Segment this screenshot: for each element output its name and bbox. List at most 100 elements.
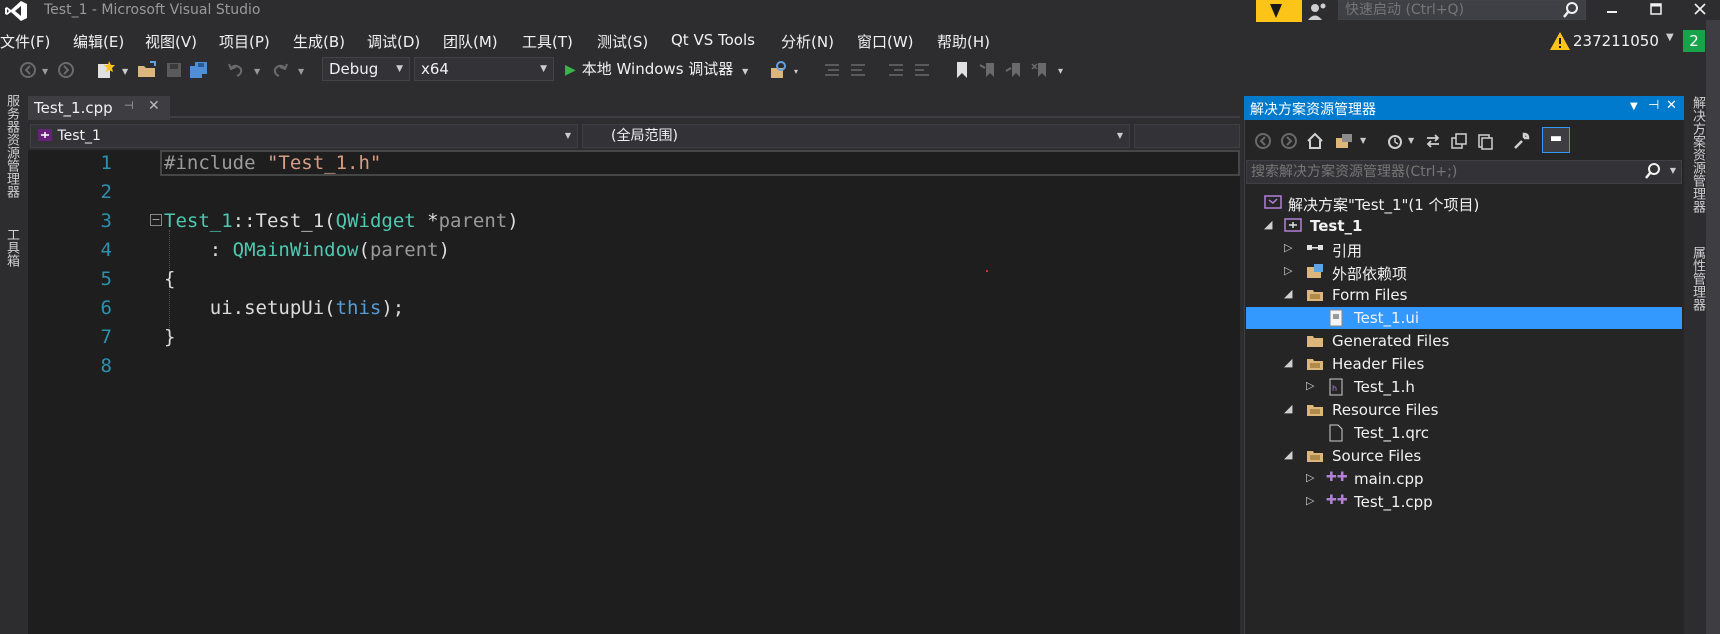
toolbar-overflow-icon[interactable]: ▾ [1058, 60, 1063, 80]
back-icon[interactable] [1254, 132, 1272, 154]
member-nav-select[interactable] [1134, 124, 1240, 148]
previous-bookmark-icon[interactable] [978, 60, 998, 80]
collapse-all-icon[interactable] [1450, 132, 1468, 154]
decrease-indent-icon[interactable] [886, 60, 906, 80]
menu-window[interactable]: 窗口(W) [857, 31, 914, 52]
account-name[interactable]: 237211050 [1573, 32, 1659, 50]
scope-nav-select[interactable]: (全局范围) ▼ [582, 124, 1130, 148]
warning-icon[interactable] [1549, 31, 1571, 55]
expanded-arrow-icon[interactable]: ◢ [1284, 287, 1292, 300]
menu-tools[interactable]: 工具(T) [522, 31, 573, 52]
menu-test[interactable]: 测试(S) [597, 31, 648, 52]
tree-item-test-1-h[interactable]: ▷ h Test_1.h [1246, 376, 1682, 398]
show-all-files-icon[interactable] [1476, 132, 1494, 154]
undo-icon[interactable] [226, 60, 246, 80]
collapsed-arrow-icon[interactable]: ▷ [1306, 379, 1314, 392]
tree-item-external-dependencies[interactable]: ▷ 外部依赖项 [1246, 261, 1682, 283]
menu-view[interactable]: 视图(V) [145, 31, 197, 52]
scrollbar[interactable] [1706, 20, 1720, 634]
pin-icon[interactable]: ⊣ [124, 99, 134, 112]
tree-item-source-files[interactable]: ◢ Source Files [1246, 445, 1682, 467]
switch-views-icon[interactable] [1334, 132, 1356, 154]
start-debugging-button[interactable]: ▶ 本地 Windows 调试器 ▼ [565, 58, 748, 79]
menu-help[interactable]: 帮助(H) [937, 31, 990, 52]
collapsed-arrow-icon[interactable]: ▷ [1284, 264, 1292, 277]
chevron-down-icon[interactable]: ▼ [298, 60, 304, 80]
open-folder-icon[interactable] [136, 60, 158, 80]
menu-file[interactable]: 文件(F) [0, 31, 50, 52]
menu-qt-vs-tools[interactable]: Qt VS Tools [671, 31, 755, 49]
solution-search-box[interactable]: ▼ [1246, 160, 1682, 184]
solution-search-input[interactable] [1247, 161, 1627, 183]
tree-item-main-cpp[interactable]: ▷ ✚✚ main.cpp [1246, 468, 1682, 490]
collapsed-arrow-icon[interactable]: ▷ [1284, 241, 1292, 254]
minimize-button[interactable] [1594, 0, 1630, 22]
tree-item-references[interactable]: ▷ 引用 [1246, 238, 1682, 260]
maximize-button[interactable] [1638, 0, 1674, 22]
menu-analyze[interactable]: 分析(N) [781, 31, 834, 52]
server-explorer-tab[interactable]: 服务器资源管理器 [2, 94, 21, 198]
tree-item-form-files[interactable]: ◢ Form Files [1246, 284, 1682, 306]
expanded-arrow-icon[interactable]: ◢ [1284, 448, 1292, 461]
menu-edit[interactable]: 编辑(E) [73, 31, 124, 52]
tree-item-test-1-cpp[interactable]: ▷ ✚✚ Test_1.cpp [1246, 491, 1682, 513]
chevron-down-icon[interactable]: ▼ [254, 60, 260, 80]
collapsed-arrow-icon[interactable]: ▷ [1306, 471, 1314, 484]
chevron-down-icon[interactable]: ▼ [42, 60, 48, 80]
quick-launch-box[interactable] [1338, 0, 1586, 20]
redo-icon[interactable] [270, 60, 290, 80]
pin-icon[interactable]: ⊣ [1648, 98, 1659, 113]
solution-explorer-side-tab[interactable]: 解决方案资源管理器 [1688, 96, 1707, 213]
home-icon[interactable] [1306, 132, 1324, 154]
menu-build[interactable]: 生成(B) [293, 31, 345, 52]
tree-item-resource-files[interactable]: ◢ Resource Files [1246, 399, 1682, 421]
configuration-select[interactable]: Debug ▼ [322, 57, 410, 81]
menu-project[interactable]: 项目(P) [219, 31, 270, 52]
chevron-down-icon[interactable]: ▼ [1670, 166, 1676, 175]
clear-bookmarks-icon[interactable] [1030, 60, 1050, 80]
chevron-down-icon[interactable]: ▼ [1666, 32, 1674, 43]
new-project-icon[interactable] [94, 60, 116, 80]
account-person-icon[interactable] [1306, 0, 1328, 22]
expanded-arrow-icon[interactable]: ◢ [1284, 356, 1292, 369]
close-icon[interactable]: ✕ [1666, 98, 1677, 113]
close-icon[interactable]: ✕ [148, 98, 160, 114]
save-icon[interactable] [164, 60, 184, 80]
chevron-down-icon[interactable]: ▼ [1408, 136, 1414, 145]
expanded-arrow-icon[interactable]: ◢ [1284, 402, 1292, 415]
chevron-down-icon[interactable]: ▼ [1360, 136, 1366, 145]
tab-test-1-cpp[interactable]: Test_1.cpp ⊣ ✕ [28, 96, 170, 120]
tree-item-generated-files[interactable]: Generated Files [1246, 330, 1682, 352]
bookmark-icon[interactable] [952, 60, 972, 80]
tree-item-project[interactable]: ◢ Test_1 [1246, 215, 1682, 237]
chevron-down-icon[interactable]: ▾ [794, 60, 798, 80]
preview-selected-items-button[interactable]: ▬ [1542, 127, 1570, 153]
tree-item-solution[interactable]: 解决方案"Test_1"(1 个项目) [1246, 192, 1682, 214]
expanded-arrow-icon[interactable]: ◢ [1264, 218, 1272, 231]
project-nav-select[interactable]: Test_1 ▼ [30, 124, 578, 148]
forward-icon[interactable] [56, 60, 76, 80]
menu-team[interactable]: 团队(M) [443, 31, 498, 52]
sync-icon[interactable] [1424, 132, 1442, 154]
collapsed-arrow-icon[interactable]: ▷ [1306, 494, 1314, 507]
chevron-down-icon[interactable]: ▼ [122, 60, 128, 80]
tree-item-test-1-ui[interactable]: Test_1.ui [1246, 307, 1682, 329]
notification-badge[interactable]: 2 [1683, 30, 1705, 52]
comment-out-icon[interactable] [822, 60, 842, 80]
forward-icon[interactable] [1280, 132, 1298, 154]
save-all-icon[interactable] [188, 60, 210, 80]
tree-item-test-1-qrc[interactable]: Test_1.qrc [1246, 422, 1682, 444]
quick-launch-input[interactable] [1339, 1, 1549, 19]
properties-wrench-icon[interactable] [1512, 132, 1530, 154]
collapse-icon[interactable]: − [150, 214, 162, 226]
increase-indent-icon[interactable] [912, 60, 932, 80]
pending-changes-filter-icon[interactable] [1386, 132, 1404, 154]
find-in-files-icon[interactable] [768, 60, 790, 80]
close-window-button[interactable] [1682, 0, 1718, 22]
feedback-button[interactable] [1256, 0, 1302, 22]
menu-debug[interactable]: 调试(D) [367, 31, 420, 52]
toolbox-tab[interactable]: 工具箱 [2, 228, 21, 267]
uncomment-icon[interactable] [848, 60, 868, 80]
next-bookmark-icon[interactable] [1004, 60, 1024, 80]
chevron-down-icon[interactable]: ▼ [1630, 101, 1638, 112]
